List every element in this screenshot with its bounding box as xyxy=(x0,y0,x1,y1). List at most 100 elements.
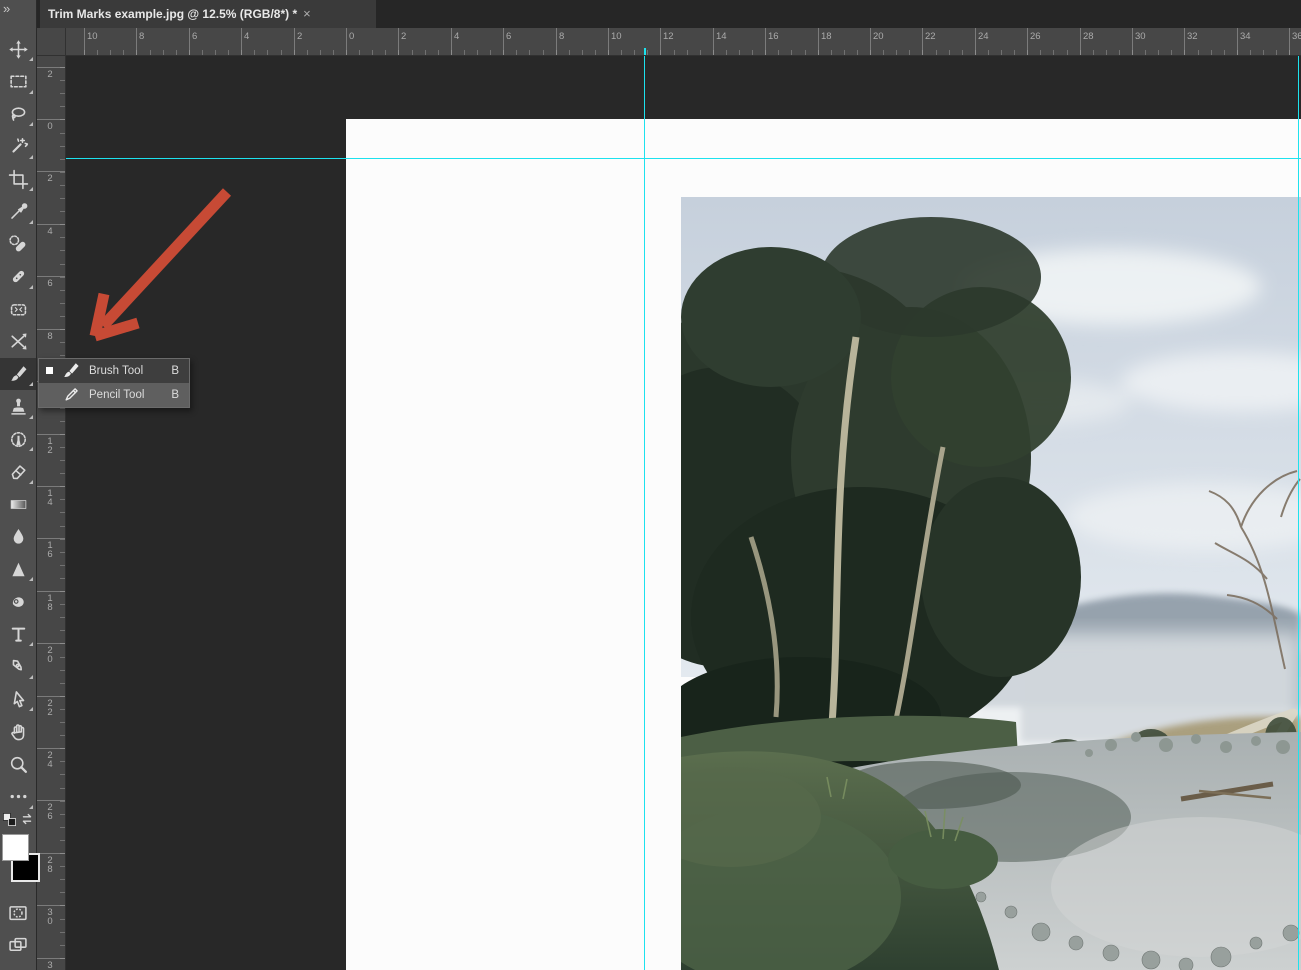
ruler-minor-tick xyxy=(647,50,648,55)
ruler-minor-tick xyxy=(60,316,65,317)
ruler-minor-tick xyxy=(60,434,65,435)
ruler-minor-tick xyxy=(1237,50,1238,55)
collapse-panel-icon[interactable]: » xyxy=(3,2,10,16)
ruler-minor-tick xyxy=(60,905,65,906)
ruler-minor-tick xyxy=(60,945,65,946)
magic-wand-tool[interactable] xyxy=(0,131,36,163)
tools-panel: » xyxy=(0,0,37,970)
type-tool[interactable] xyxy=(0,618,36,650)
zoom-tool[interactable] xyxy=(0,748,36,780)
ruler-minor-tick xyxy=(60,211,65,212)
edit-toolbar[interactable] xyxy=(0,781,36,813)
ruler-minor-tick xyxy=(60,748,65,749)
foreground-color-swatch[interactable] xyxy=(2,834,29,861)
pen-tool[interactable] xyxy=(0,651,36,683)
crop-tool[interactable] xyxy=(0,163,36,195)
ruler-label: 0 xyxy=(36,122,64,131)
ruler-minor-tick xyxy=(60,329,65,330)
rectangular-marquee-tool[interactable] xyxy=(0,66,36,98)
ruler-minor-tick xyxy=(949,50,950,55)
ruler-minor-tick xyxy=(60,814,65,815)
flyout-item-brush-tool[interactable]: Brush ToolB xyxy=(39,359,189,383)
ellipsis-icon xyxy=(8,786,29,807)
ruler-minor-tick xyxy=(464,50,465,55)
ruler-minor-tick xyxy=(110,50,111,55)
brush-tool[interactable] xyxy=(0,358,36,390)
ruler-minor-tick xyxy=(582,50,583,55)
move-tool[interactable] xyxy=(0,33,36,65)
tab-close-icon[interactable]: × xyxy=(303,8,311,20)
guide-vertical[interactable] xyxy=(644,56,645,970)
flyout-item-pencil-tool[interactable]: Pencil ToolB xyxy=(39,383,189,407)
ruler-minor-tick xyxy=(254,50,255,55)
ruler-label: 6 xyxy=(192,31,197,42)
hand-tool[interactable] xyxy=(0,716,36,748)
flyout-corner-icon xyxy=(29,642,33,646)
quick-mask-icon[interactable] xyxy=(7,902,29,924)
content-aware-move-tool[interactable] xyxy=(0,326,36,358)
screen-mode-icon[interactable] xyxy=(7,934,29,956)
document-tab[interactable]: Trim Marks example.jpg @ 12.5% (RGB/8*) … xyxy=(40,0,376,28)
horizontal-ruler[interactable]: 108642024681012141618202224262830323436 xyxy=(66,28,1301,56)
ruler-label: 36 xyxy=(1292,31,1301,42)
ruler-minor-tick xyxy=(60,237,65,238)
ruler-minor-tick xyxy=(60,146,65,147)
default-colors-icon[interactable] xyxy=(2,812,17,827)
pen-icon xyxy=(8,656,29,677)
ruler-minor-tick xyxy=(333,50,334,55)
lasso-tool[interactable] xyxy=(0,98,36,130)
ruler-label: 14 xyxy=(36,489,64,507)
direct-selection-tool[interactable] xyxy=(0,683,36,715)
ruler-minor-tick xyxy=(60,827,65,828)
ruler-minor-tick xyxy=(189,50,190,55)
ruler-minor-tick xyxy=(818,50,819,55)
eraser-tool[interactable] xyxy=(0,456,36,488)
ruler-label: 2 xyxy=(36,174,64,183)
swap-colors-icon[interactable] xyxy=(19,811,35,827)
ruler-minor-tick xyxy=(60,185,65,186)
flyout-corner-icon xyxy=(29,447,33,451)
ruler-minor-tick xyxy=(60,879,65,880)
annotation-arrow xyxy=(76,176,251,351)
gradient-tool[interactable] xyxy=(0,488,36,520)
placed-photo[interactable] xyxy=(681,197,1301,970)
vertical-ruler[interactable]: 202468101214161820222426283032 xyxy=(36,56,66,970)
ruler-label: 10 xyxy=(611,31,622,42)
ruler-label: 24 xyxy=(978,31,989,42)
eyedropper-tool[interactable] xyxy=(0,196,36,228)
ruler-minor-tick xyxy=(176,50,177,55)
ruler-minor-tick xyxy=(60,683,65,684)
flyout-corner-icon xyxy=(29,122,33,126)
spot-healing-brush-tool[interactable] xyxy=(0,228,36,260)
patch-tool[interactable] xyxy=(0,293,36,325)
ruler-minor-tick xyxy=(1276,50,1277,55)
ruler-minor-tick xyxy=(60,303,65,304)
ruler-minor-tick xyxy=(60,552,65,553)
canvas-area[interactable] xyxy=(66,56,1301,970)
flyout-item-shortcut: B xyxy=(171,365,179,377)
ruler-minor-tick xyxy=(60,67,65,68)
ruler-minor-tick xyxy=(425,50,426,55)
guide-horizontal[interactable] xyxy=(66,158,1301,159)
healing-brush-tool[interactable] xyxy=(0,261,36,293)
flyout-corner-icon xyxy=(29,805,33,809)
clone-stamp-tool[interactable] xyxy=(0,391,36,423)
guide-vertical-right[interactable] xyxy=(1298,56,1299,970)
ruler-minor-tick xyxy=(359,50,360,55)
ruler-minor-tick xyxy=(60,250,65,251)
ruler-minor-tick xyxy=(962,50,963,55)
blur-tool[interactable] xyxy=(0,521,36,553)
photoshop-window: Trim Marks example.jpg @ 12.5% (RGB/8*) … xyxy=(0,0,1301,970)
history-brush-tool[interactable] xyxy=(0,423,36,455)
ruler-minor-tick xyxy=(1250,50,1251,55)
sharpen-tool[interactable] xyxy=(0,553,36,585)
ruler-minor-tick xyxy=(398,50,399,55)
ruler-label: 26 xyxy=(1030,31,1041,42)
ruler-minor-tick xyxy=(215,50,216,55)
smudge-tool[interactable] xyxy=(0,586,36,618)
ruler-corner[interactable] xyxy=(36,28,66,56)
ruler-label: 8 xyxy=(139,31,144,42)
ruler-minor-tick xyxy=(595,50,596,55)
ruler-minor-tick xyxy=(60,80,65,81)
ruler-minor-tick xyxy=(844,50,845,55)
